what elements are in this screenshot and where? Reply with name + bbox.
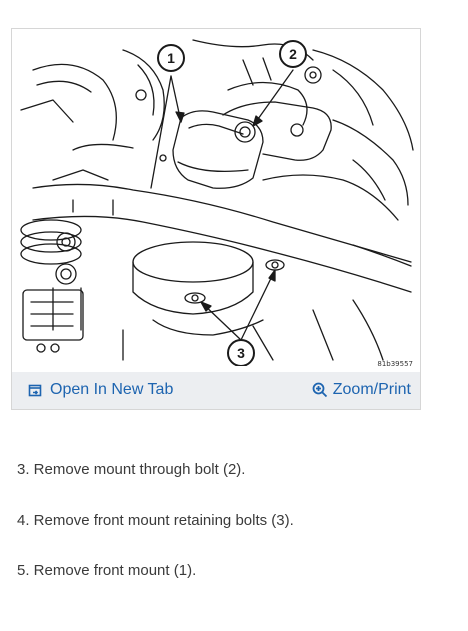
open-in-new-tab-button[interactable]: Open In New Tab xyxy=(28,381,173,399)
open-in-new-tab-icon xyxy=(28,383,42,397)
callout-2: 2 xyxy=(289,46,297,62)
callout-1: 1 xyxy=(167,50,175,66)
callout-3: 3 xyxy=(237,345,245,361)
zoom-in-icon xyxy=(312,382,328,398)
step-3: 3. Remove mount through bolt (2). xyxy=(17,461,246,478)
step-4: 4. Remove front mount retaining bolts (3… xyxy=(17,512,294,529)
step-5: 5. Remove front mount (1). xyxy=(17,562,197,579)
open-in-new-tab-label: Open In New Tab xyxy=(50,381,174,398)
zoom-print-button[interactable]: Zoom/Print xyxy=(312,381,411,399)
zoom-print-label: Zoom/Print xyxy=(332,381,411,398)
figure-toolbar: Open In New Tab Zoom/Print xyxy=(12,372,420,409)
figure-card: 1 2 3 81b39557 Open In New Tab Zoom/Prin… xyxy=(11,28,421,410)
figure-id: 81b39557 xyxy=(377,360,413,368)
engine-mount-diagram[interactable]: 1 2 3 xyxy=(13,30,419,366)
